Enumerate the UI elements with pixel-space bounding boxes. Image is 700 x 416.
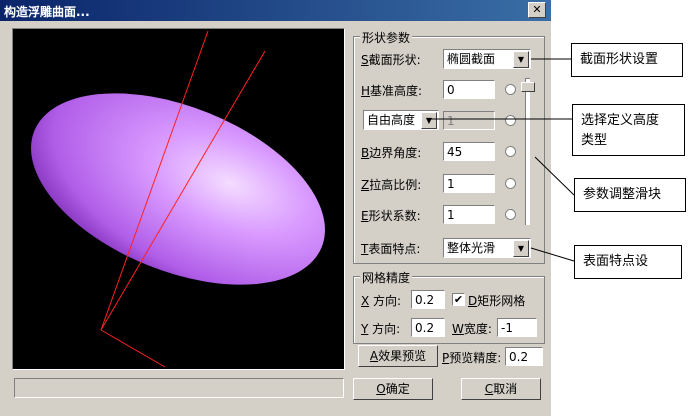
callout-height-type: 选择定义高度 类型	[572, 104, 685, 156]
leader-slider	[534, 156, 575, 196]
leader-surface	[530, 247, 575, 262]
callout-surface: 表面特点设	[574, 245, 682, 279]
callout-slider: 参数调整滑块	[574, 178, 686, 212]
callout-section-shape: 截面形状设置	[571, 43, 683, 77]
